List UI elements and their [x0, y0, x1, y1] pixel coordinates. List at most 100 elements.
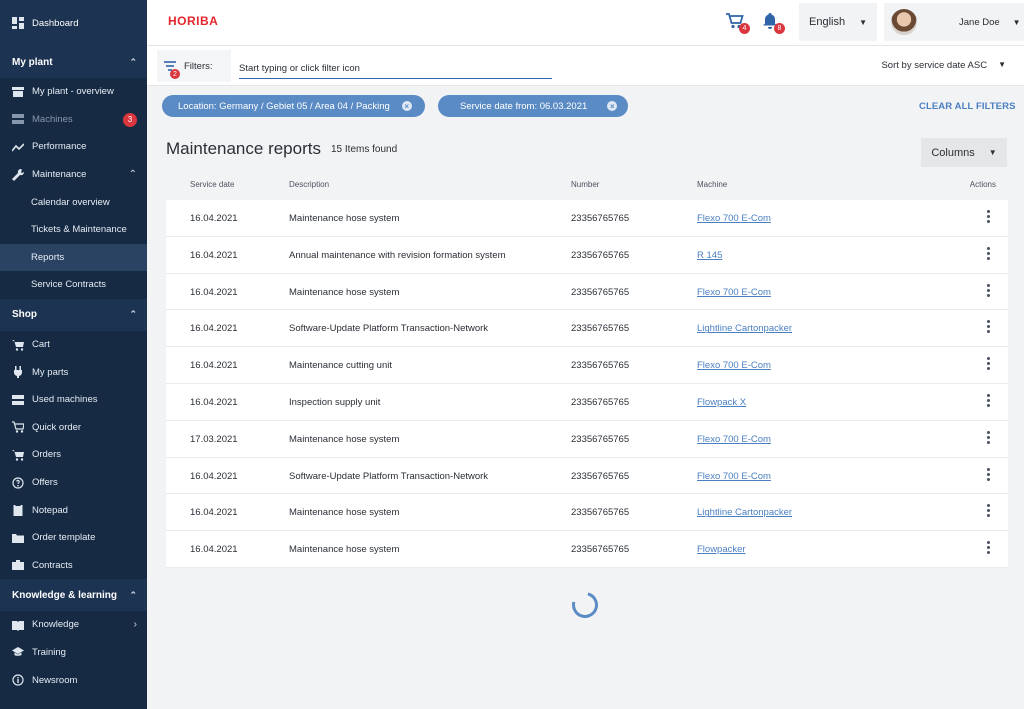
cell-number: 23356765765 — [571, 249, 630, 261]
more-actions-icon[interactable] — [987, 541, 990, 555]
sidebar-item-plant-overview[interactable]: My plant - overview — [0, 78, 147, 106]
sidebar-item-service-contracts[interactable]: Service Contracts — [0, 271, 147, 299]
sidebar-item-label: Tickets & Maintenance — [31, 224, 127, 236]
sidebar-item-label: Dashboard — [32, 17, 79, 29]
sidebar-item-calendar[interactable]: Calendar overview — [0, 188, 147, 216]
table-row[interactable]: 16.04.2021 Maintenance hose system 2335676… — [166, 200, 1008, 237]
filters-button[interactable]: 2 Filters: — [157, 50, 231, 82]
brand-logo[interactable]: HORIBA — [168, 14, 218, 28]
sidebar-item-dashboard[interactable]: Dashboard — [0, 0, 147, 46]
filter-chip-location[interactable]: Location: Germany / Gebiet 05 / Area 04 … — [162, 95, 425, 117]
sidebar-item-newsroom[interactable]: Newsroom — [0, 666, 147, 694]
sidebar-item-contracts[interactable]: Contracts — [0, 552, 147, 580]
cell-description: Software-Update Platform Transaction-Net… — [289, 323, 489, 335]
sidebar-item-maintenance[interactable]: Maintenance ⌃ — [0, 161, 147, 189]
more-actions-icon[interactable] — [987, 430, 990, 444]
chevron-up-icon: ⌃ — [128, 169, 137, 181]
sidebar-item-quick-order[interactable]: Quick order — [0, 414, 147, 442]
sidebar-item-my-parts[interactable]: My parts — [0, 358, 147, 386]
language-select[interactable]: English ▼ — [799, 3, 877, 41]
column-header-date[interactable]: Service date — [190, 180, 234, 189]
user-menu[interactable]: Jane Doe ▼ — [884, 3, 1024, 41]
section-label: My plant — [12, 56, 53, 68]
sidebar-item-label: Newsroom — [32, 674, 78, 686]
filter-search-input[interactable] — [239, 58, 552, 79]
sidebar-item-performance[interactable]: Performance — [0, 133, 147, 161]
sidebar-item-used-machines[interactable]: Used machines — [0, 386, 147, 414]
table-row[interactable]: 16.04.2021 Inspection supply unit 23356765… — [166, 383, 1008, 421]
header-notifications-button[interactable]: 8 — [761, 12, 785, 34]
filter-chip-date[interactable]: Service date from: 06.03.2021 × — [438, 95, 628, 117]
sort-select[interactable]: Sort by service date ASC ▼ — [881, 60, 1006, 71]
cell-description: Maintenance hose system — [289, 433, 400, 445]
sidebar-item-training[interactable]: Training — [0, 639, 147, 667]
cell-date: 16.04.2021 — [190, 323, 238, 335]
column-header-number[interactable]: Number — [571, 180, 599, 189]
cell-date: 16.04.2021 — [190, 396, 238, 408]
columns-button[interactable]: Columns ▼ — [921, 138, 1007, 167]
machine-link[interactable]: Flexo 700 E-Com — [697, 471, 771, 482]
sidebar-item-notepad[interactable]: Notepad — [0, 496, 147, 524]
graduation-cap-icon — [12, 646, 24, 658]
more-actions-icon[interactable] — [987, 283, 990, 297]
machine-link[interactable]: Flexo 700 E-Com — [697, 213, 771, 224]
table-row[interactable]: 16.04.2021 Maintenance hose system 2335676… — [166, 273, 1008, 311]
sidebar-item-knowledge[interactable]: Knowledge › — [0, 611, 147, 639]
more-actions-icon[interactable] — [987, 467, 990, 481]
column-header-machine[interactable]: Machine — [697, 180, 727, 189]
more-actions-icon[interactable] — [987, 357, 990, 371]
book-icon — [12, 619, 24, 631]
cell-date: 16.04.2021 — [190, 213, 238, 224]
info-circle-icon — [12, 674, 24, 686]
cell-number: 23356765765 — [571, 360, 630, 372]
machine-link[interactable]: Flexo 700 E-Com — [697, 360, 771, 371]
more-actions-icon[interactable] — [987, 504, 990, 518]
sidebar-item-cart[interactable]: Cart — [0, 331, 147, 359]
sidebar-item-order-template[interactable]: Order template — [0, 524, 147, 552]
machine-link[interactable]: Lightline Cartonpacker — [697, 507, 792, 518]
column-header-description[interactable]: Description — [289, 180, 329, 189]
table-row[interactable]: 16.04.2021 Maintenance hose system 2335676… — [166, 494, 1008, 532]
machine-link[interactable]: R 145 — [697, 250, 722, 261]
table-row[interactable]: 16.04.2021 Software-Update Platform Trans… — [166, 310, 1008, 348]
table-row[interactable]: 16.04.2021 Maintenance hose system 2335676… — [166, 531, 1008, 568]
machine-link[interactable]: Flowpack X — [697, 397, 746, 408]
cart-badge: 4 — [739, 23, 750, 34]
more-actions-icon[interactable] — [987, 393, 990, 407]
cell-number: 23356765765 — [571, 433, 630, 445]
machine-link[interactable]: Lightline Cartonpacker — [697, 323, 792, 334]
dashboard-icon — [12, 17, 24, 29]
more-actions-icon[interactable] — [987, 320, 990, 334]
machine-link[interactable]: Flowpacker — [697, 544, 746, 555]
sidebar-section-shop[interactable]: Shop ⌃ — [0, 298, 147, 331]
sidebar-item-label: Quick order — [32, 421, 82, 433]
sidebar-section-my-plant[interactable]: My plant ⌃ — [0, 46, 147, 78]
column-header-actions: Actions — [969, 180, 996, 189]
cell-date: 16.04.2021 — [190, 507, 238, 519]
bell-badge: 8 — [774, 23, 785, 34]
sidebar-item-tickets[interactable]: Tickets & Maintenance — [0, 216, 147, 244]
header-cart-button[interactable]: 4 — [726, 12, 750, 34]
sidebar-item-orders[interactable]: Orders — [0, 441, 147, 469]
table-row[interactable]: 16.04.2021 Maintenance cutting unit 233567… — [166, 347, 1008, 384]
close-icon[interactable]: × — [607, 101, 618, 111]
chevron-right-icon: › — [133, 619, 137, 631]
close-icon[interactable]: × — [401, 101, 412, 111]
sidebar-section-knowledge[interactable]: Knowledge & learning ⌃ — [0, 579, 147, 612]
sidebar-item-offers[interactable]: Offers — [0, 469, 147, 497]
more-actions-icon[interactable] — [987, 246, 990, 260]
sidebar-item-machines[interactable]: Machines 3 — [0, 106, 147, 134]
briefcase-icon — [12, 559, 24, 571]
machine-link[interactable]: Flexo 700 E-Com — [697, 287, 771, 298]
sidebar-item-label: Offers — [32, 477, 58, 489]
table-row[interactable]: 17.03.2021 Maintenance hose system 2335676… — [166, 420, 1008, 458]
wrench-icon — [12, 168, 24, 181]
more-actions-icon[interactable] — [987, 210, 990, 223]
section-label: Knowledge & learning — [12, 589, 118, 601]
top-header: HORIBA 4 8 English ▼ Jane Doe ▼ — [147, 0, 1024, 46]
table-row[interactable]: 16.04.2021 Annual maintenance with revisi… — [166, 236, 1008, 274]
machine-link[interactable]: Flexo 700 E-Com — [697, 434, 771, 445]
table-row[interactable]: 16.04.2021 Software-Update Platform Trans… — [166, 457, 1008, 495]
sidebar-item-reports[interactable]: Reports — [0, 243, 147, 272]
clear-all-filters-link[interactable]: CLEAR ALL FILTERS — [919, 101, 1016, 112]
